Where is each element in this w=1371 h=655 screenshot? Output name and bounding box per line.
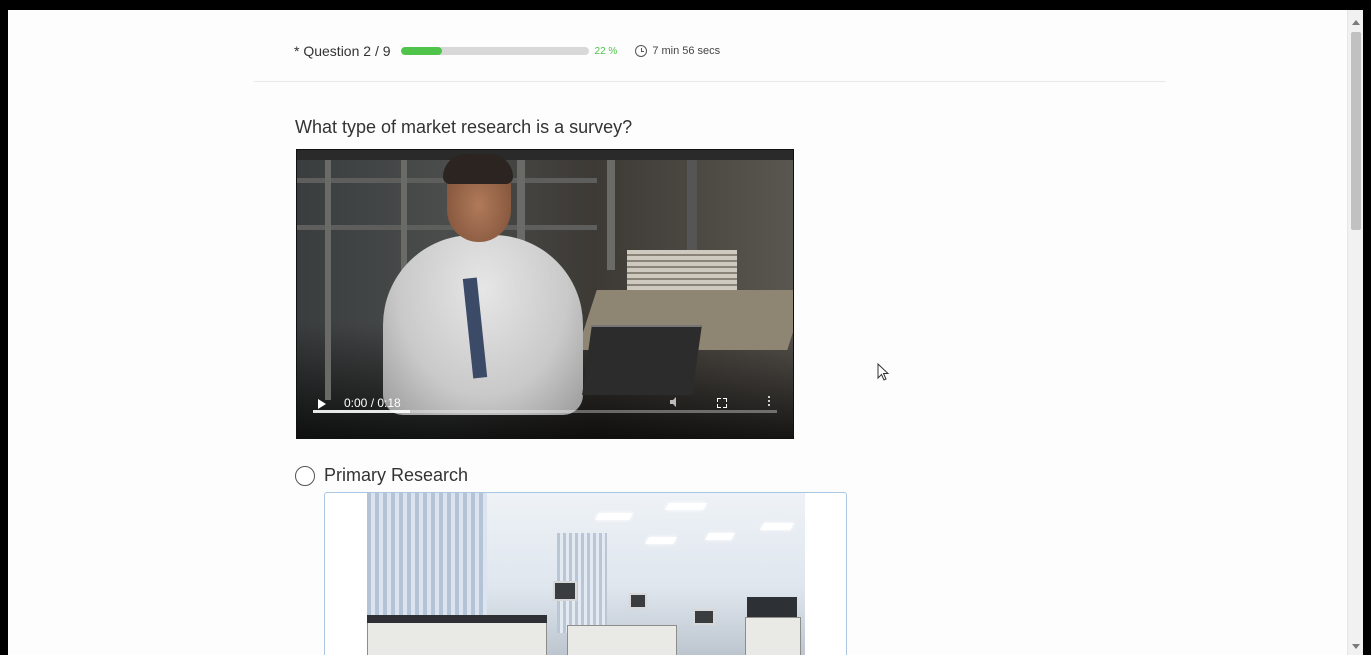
- question-text: What type of market research is a survey…: [295, 117, 633, 137]
- scroll-up-icon[interactable]: [1352, 20, 1360, 25]
- play-icon[interactable]: [318, 399, 326, 409]
- question-counter: * Question 2 / 9: [294, 43, 391, 59]
- answer-label: Primary Research: [324, 465, 469, 485]
- video-seek-progress: [313, 410, 411, 413]
- video-time: 0:00 / 0:18: [344, 396, 401, 410]
- more-options-icon[interactable]: [767, 396, 771, 410]
- progress-percent: 22 %: [594, 45, 618, 57]
- answer-option-primary-research[interactable]: Primary Research: [295, 465, 468, 486]
- progress-header: * Question 2 / 9 22 % 7 min 56 secs: [294, 40, 720, 62]
- progress-bar: [400, 47, 589, 55]
- page-scrollbar[interactable]: [1347, 10, 1363, 655]
- mouse-cursor-icon: [877, 362, 891, 383]
- answer-image[interactable]: [324, 492, 847, 655]
- fullscreen-icon[interactable]: [717, 398, 727, 408]
- video-controls: 0:00 / 0:18: [297, 378, 793, 438]
- header-divider: [254, 81, 1166, 82]
- scrollbar-thumb[interactable]: [1351, 32, 1361, 230]
- office-photo: [367, 493, 805, 655]
- clock-icon: [635, 45, 648, 57]
- quiz-page: * Question 2 / 9 22 % 7 min 56 secs What…: [8, 10, 1363, 655]
- volume-icon[interactable]: [669, 396, 681, 410]
- answer-radio[interactable]: [295, 465, 315, 486]
- timer-text: 7 min 56 secs: [652, 45, 721, 57]
- video-seek-bar[interactable]: [313, 410, 777, 413]
- progress-bar-fill: [400, 47, 442, 55]
- timer: 7 min 56 secs: [635, 45, 720, 57]
- video-player[interactable]: 0:00 / 0:18: [296, 149, 794, 439]
- scroll-down-icon[interactable]: [1352, 644, 1360, 649]
